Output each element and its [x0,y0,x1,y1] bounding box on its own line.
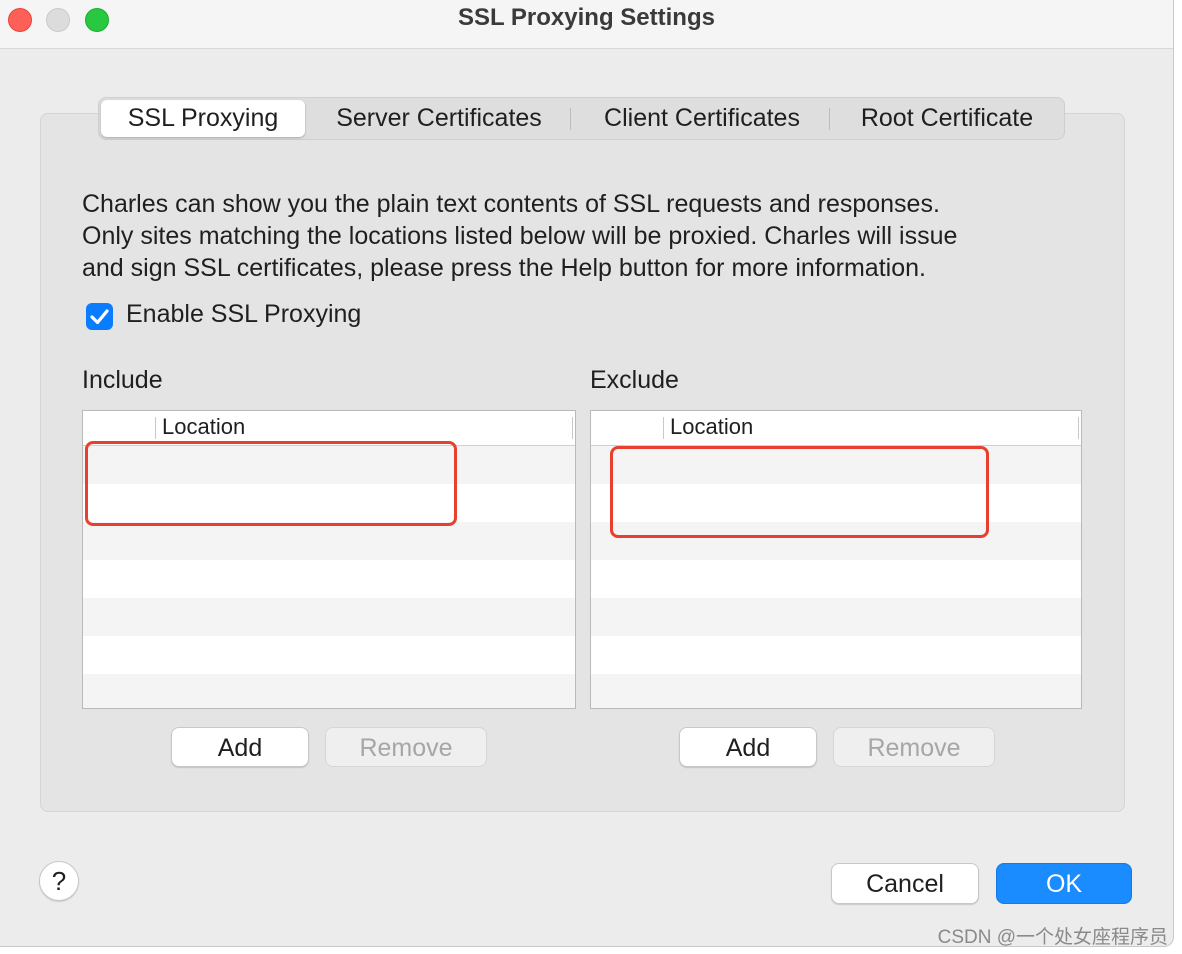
column-divider [155,417,156,439]
tab-root-certificate[interactable]: Root Certificate [835,100,1059,137]
tab-ssl-proxying[interactable]: SSL Proxying [101,100,305,137]
tab-bar: SSL Proxying Server Certificates Client … [98,97,1065,140]
tab-client-certificates[interactable]: Client Certificates [576,100,828,137]
tab-divider [570,108,571,130]
location-column-header[interactable]: Location [670,414,753,440]
table-row[interactable] [591,598,1081,636]
table-row[interactable] [83,522,575,560]
exclude-add-button[interactable]: Add [679,727,817,767]
column-divider [663,417,664,439]
checkmark-icon [90,309,109,325]
tab-divider [829,108,830,130]
table-row[interactable] [83,598,575,636]
enable-ssl-proxying-label[interactable]: Enable SSL Proxying [126,300,361,329]
annotation-box-include [85,441,457,526]
include-label: Include [82,366,163,394]
ok-button[interactable]: OK [996,863,1132,904]
tab-server-certificates[interactable]: Server Certificates [311,100,567,137]
exclude-label: Exclude [590,366,679,394]
location-column-header[interactable]: Location [162,414,245,440]
exclude-remove-button[interactable]: Remove [833,727,995,767]
include-remove-button[interactable]: Remove [325,727,487,767]
table-row[interactable] [83,636,575,674]
table-row[interactable] [83,674,575,708]
enable-ssl-proxying-checkbox[interactable] [86,303,113,330]
cancel-button[interactable]: Cancel [831,863,979,904]
window-title: SSL Proxying Settings [458,4,715,31]
title-bar[interactable]: SSL Proxying Settings [0,0,1173,49]
description-text: Charles can show you the plain text cont… [82,188,1082,284]
table-row[interactable] [591,674,1081,708]
ssl-proxying-settings-window: SSL Proxying Settings SSL Proxying Serve… [0,0,1174,947]
description-line: Only sites matching the locations listed… [82,222,958,250]
help-button[interactable]: ? [39,861,79,901]
table-row[interactable] [591,560,1081,598]
table-header: Location [591,411,1081,446]
csdn-watermark: CSDN @一个处女座程序员 [937,927,1168,948]
column-divider [1078,417,1079,439]
include-add-button[interactable]: Add [171,727,309,767]
annotation-box-exclude [610,446,989,538]
description-line: Charles can show you the plain text cont… [82,190,940,218]
column-divider [572,417,573,439]
table-row[interactable] [83,560,575,598]
table-row[interactable] [591,636,1081,674]
description-line: and sign SSL certificates, please press … [82,254,926,282]
